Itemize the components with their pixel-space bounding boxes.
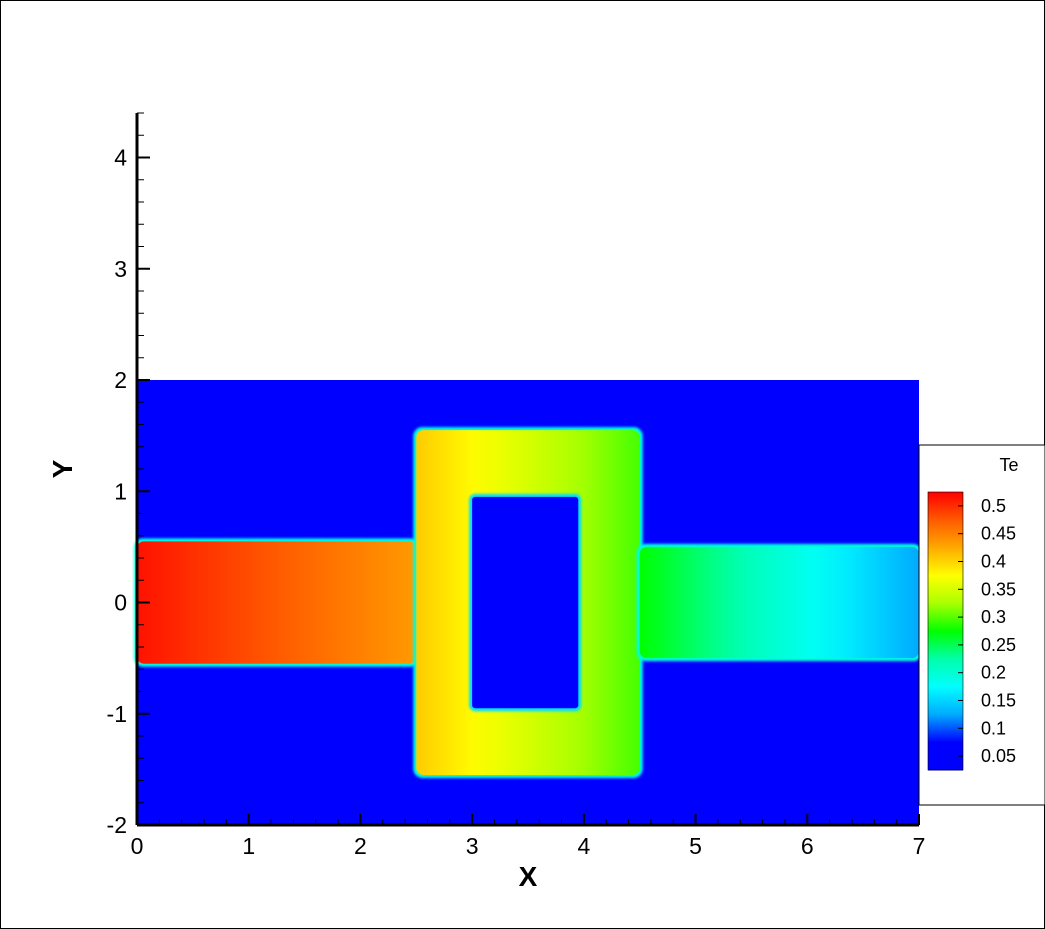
region-left-channel bbox=[137, 541, 417, 664]
colorbar-label: 0.4 bbox=[981, 552, 1006, 572]
x-tick-label: 2 bbox=[354, 833, 367, 859]
region-ring-hole bbox=[472, 496, 579, 709]
colorbar-band bbox=[928, 631, 963, 660]
colorbar-band bbox=[928, 658, 963, 688]
y-tick-label: 4 bbox=[114, 145, 127, 171]
x-tick-label: 3 bbox=[466, 833, 479, 859]
x-tick-label: 0 bbox=[131, 833, 144, 859]
colorbar-label: 0.25 bbox=[981, 635, 1016, 655]
colorbar-band bbox=[928, 686, 963, 715]
x-tick-label: 7 bbox=[913, 833, 926, 859]
colorbar-label: 0.5 bbox=[981, 496, 1006, 516]
colorbar-label: 0.3 bbox=[981, 607, 1006, 627]
y-tick-label: -1 bbox=[107, 701, 127, 727]
y-tick-label: 2 bbox=[114, 367, 127, 393]
colorbar-label: 0.45 bbox=[981, 524, 1016, 544]
legend-title: Te bbox=[999, 455, 1018, 475]
colorbar-band bbox=[928, 603, 963, 632]
colorbar-label: 0.05 bbox=[981, 746, 1016, 766]
y-axis-title: Y bbox=[47, 459, 78, 478]
colorbar-legend: Te 0.5 0.45 0.4 0.35 0.3 0.25 0.2 0.15 0.1 0.05 bbox=[918, 444, 1045, 806]
colorbar-label: 0.2 bbox=[981, 663, 1006, 683]
x-axis-title: X bbox=[519, 861, 538, 892]
y-tick-label: 1 bbox=[114, 478, 127, 504]
x-tick-label: 5 bbox=[689, 833, 702, 859]
colorbar-label: 0.1 bbox=[981, 718, 1006, 738]
colorbar-label: 0.15 bbox=[981, 691, 1016, 711]
x-tick-label: 6 bbox=[801, 833, 814, 859]
x-tick-label: 4 bbox=[577, 833, 590, 859]
colorbar-band bbox=[928, 575, 963, 604]
x-tick-label: 1 bbox=[242, 833, 255, 859]
y-tick-label: -2 bbox=[107, 812, 127, 838]
y-tick-label: 0 bbox=[114, 590, 127, 616]
region-right-channel bbox=[639, 546, 919, 659]
y-tick-label: 3 bbox=[114, 256, 127, 282]
colorbar-band bbox=[928, 519, 963, 549]
colorbar-band bbox=[928, 547, 963, 576]
colorbar-label: 0.35 bbox=[981, 579, 1016, 599]
colorbar-band bbox=[928, 742, 963, 771]
colorbar-band bbox=[928, 492, 963, 521]
heatmap-field bbox=[134, 380, 922, 825]
heatmap-chart: 0 1 2 3 4 5 6 7 -2 -1 0 1 2 3 4 X Y Te 0.5 0.45 0.4 0.35 0.3 0… bbox=[47, 112, 1045, 892]
colorbar-band bbox=[928, 714, 963, 743]
